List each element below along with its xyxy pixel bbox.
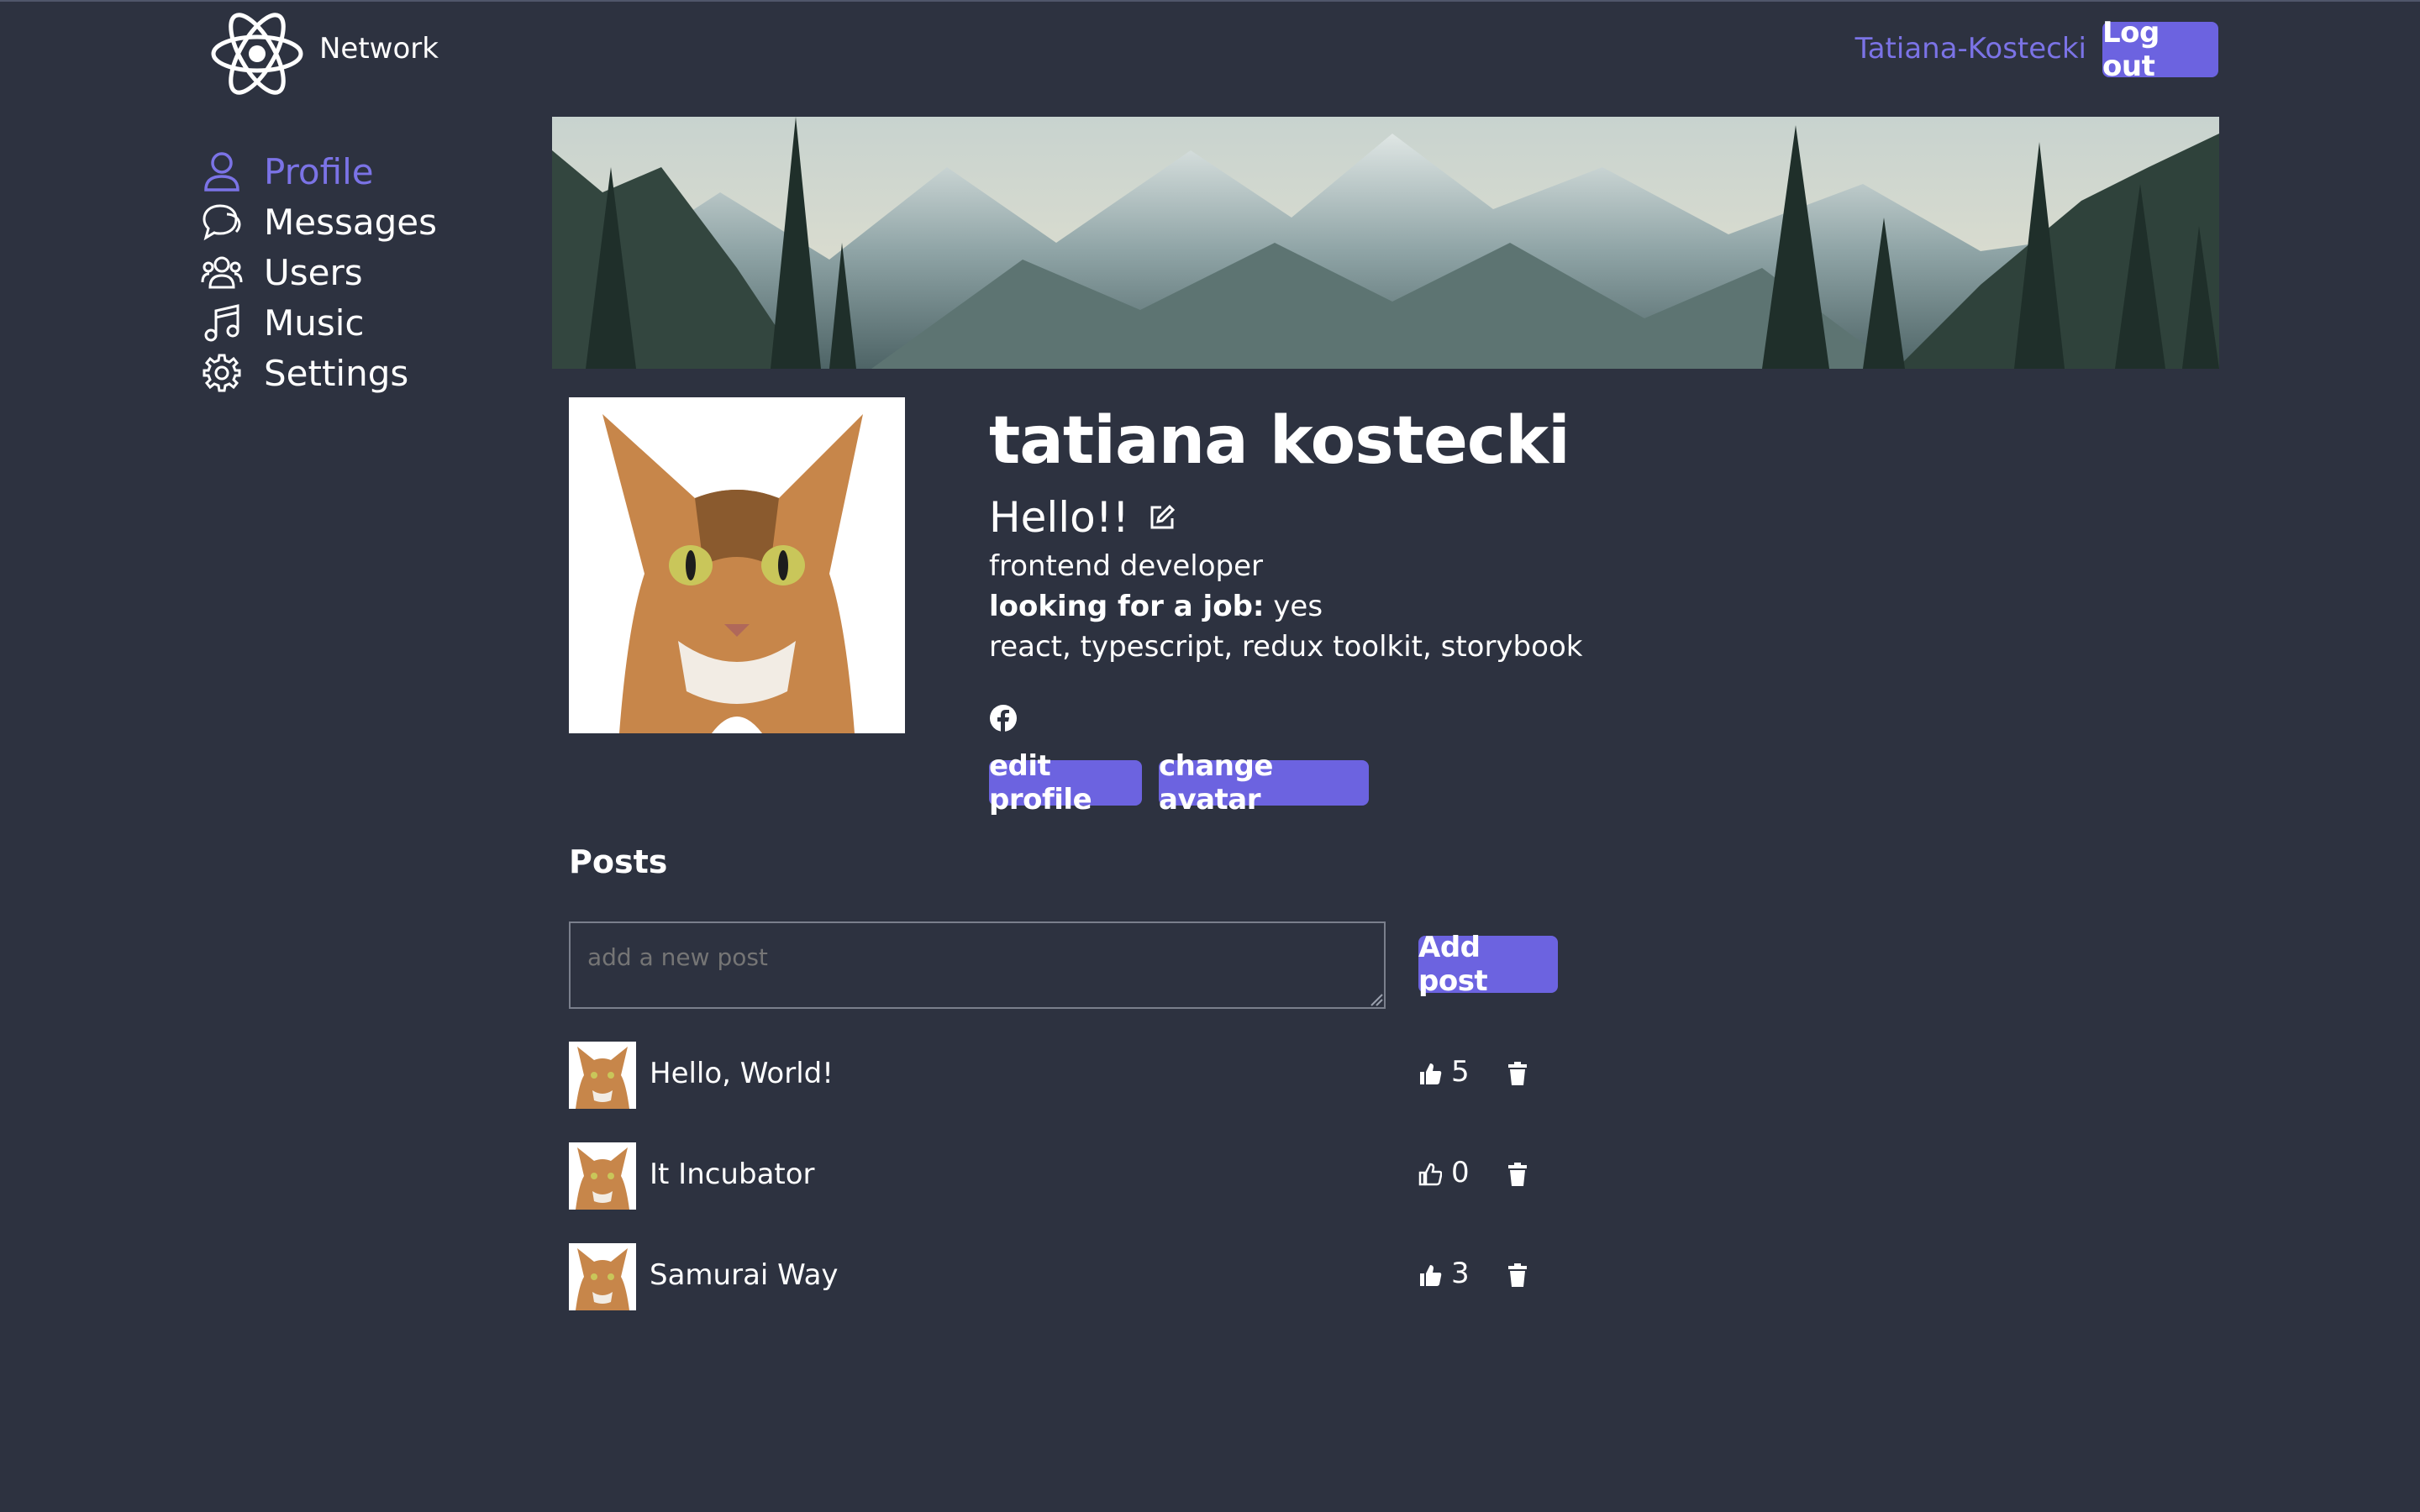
thumbs-up-filled-icon[interactable]: [1418, 1263, 1442, 1287]
gear-icon: [198, 349, 245, 396]
sidebar-item-music[interactable]: Music: [198, 297, 437, 348]
post-like-count: 0: [1451, 1156, 1470, 1189]
post-text: Hello, World!: [650, 1057, 834, 1090]
post-like-count: 5: [1451, 1055, 1470, 1089]
sidebar-item-label: Users: [264, 251, 363, 293]
music-icon: [198, 299, 245, 346]
sidebar-item-label: Music: [264, 302, 365, 344]
logout-button[interactable]: Log out: [2102, 16, 2218, 83]
edit-profile-button[interactable]: edit profile: [989, 749, 1142, 816]
post-text: Samurai Way: [650, 1258, 839, 1292]
job-label: looking for a job:: [989, 590, 1265, 623]
job-value: yes: [1273, 590, 1323, 623]
new-post-input[interactable]: [569, 921, 1386, 1009]
trash-icon[interactable]: [1507, 1163, 1528, 1186]
post-item: Hello, World! 5: [569, 1042, 1577, 1109]
posts-heading: Posts: [569, 843, 668, 880]
trash-icon[interactable]: [1507, 1062, 1528, 1085]
sidebar-item-settings[interactable]: Settings: [198, 348, 437, 398]
facebook-icon[interactable]: [989, 704, 1018, 732]
sidebar-item-label: Messages: [264, 201, 437, 243]
profile-avatar-image: [569, 397, 905, 733]
sidebar-item-messages[interactable]: Messages: [198, 197, 437, 247]
post-item: Samurai Way 3: [569, 1243, 1577, 1310]
add-post-button[interactable]: Add post: [1418, 931, 1558, 998]
edit-status-icon[interactable]: [1148, 503, 1176, 532]
brand-name[interactable]: Network: [319, 32, 439, 66]
profile-job-status: looking for a job: yes: [989, 590, 1323, 623]
react-logo-icon[interactable]: [208, 10, 306, 97]
thumbs-up-outline-icon[interactable]: [1418, 1163, 1442, 1186]
post-like-count: 3: [1451, 1257, 1470, 1290]
sidebar-nav: Profile Messages Users Music Settings: [198, 146, 437, 398]
profile-banner-image: [552, 117, 2219, 369]
profile-skills: react, typescript, redux toolkit, storyb…: [989, 630, 1583, 664]
profile-full-name: tatiana kostecki: [989, 403, 1570, 479]
sidebar-item-label: Profile: [264, 150, 374, 192]
user-icon: [198, 148, 245, 195]
post-author-avatar: [569, 1142, 636, 1210]
sidebar-item-label: Settings: [264, 352, 409, 394]
sidebar-item-users[interactable]: Users: [198, 247, 437, 297]
profile-about: frontend developer: [989, 549, 1264, 583]
thumbs-up-filled-icon[interactable]: [1418, 1062, 1442, 1085]
status-text[interactable]: Hello!!: [989, 493, 1129, 542]
current-username[interactable]: Tatiana-Kostecki: [1855, 32, 2086, 66]
chat-icon: [198, 198, 245, 245]
sidebar-item-profile[interactable]: Profile: [198, 146, 437, 197]
post-author-avatar: [569, 1243, 636, 1310]
users-icon: [198, 249, 245, 296]
resize-grip-icon[interactable]: [1368, 991, 1383, 1006]
post-item: It Incubator 0: [569, 1142, 1577, 1210]
change-avatar-button[interactable]: change avatar: [1159, 749, 1369, 816]
post-text: It Incubator: [650, 1158, 815, 1191]
post-author-avatar: [569, 1042, 636, 1109]
trash-icon[interactable]: [1507, 1263, 1528, 1287]
profile-status[interactable]: Hello!!: [989, 493, 1176, 542]
top-border: [0, 0, 2420, 2]
